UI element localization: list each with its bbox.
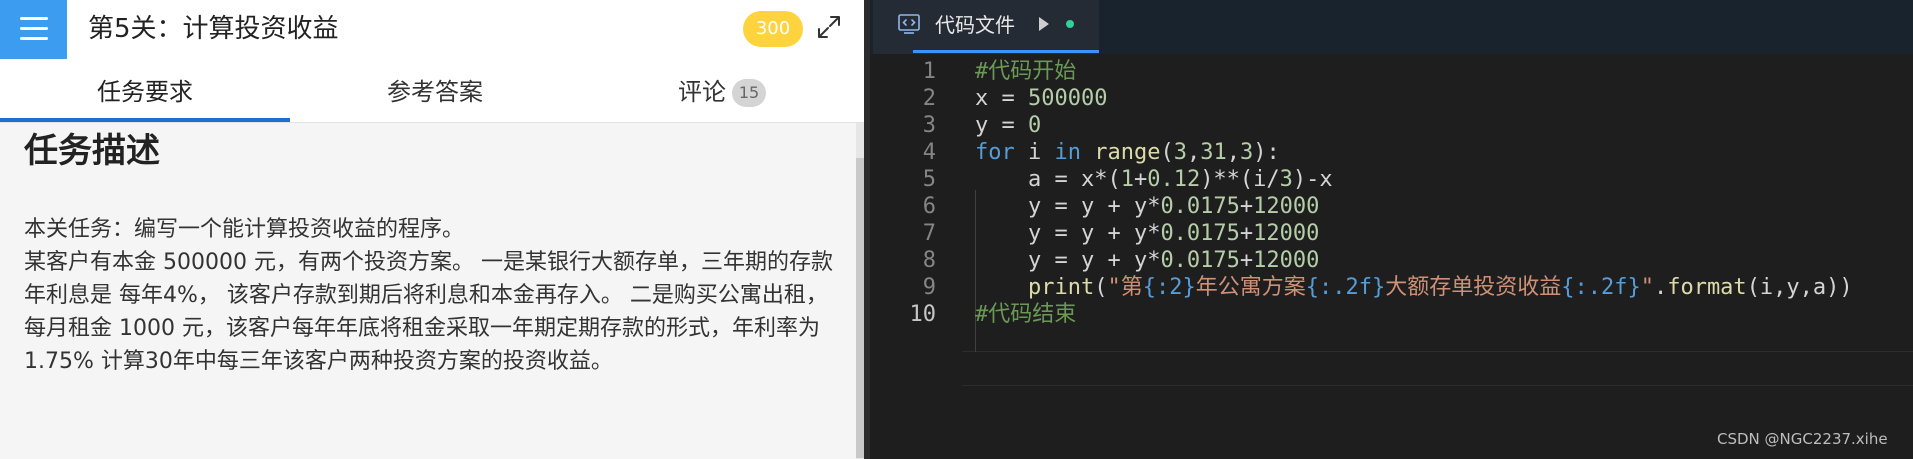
code-token: , [1186,140,1201,165]
code-token: + [1239,248,1254,273]
code-token: ( [1094,275,1108,300]
code-token: 3 [1239,140,1254,165]
code-line[interactable]: 10 #代码结束 [870,298,1913,331]
code-token: #代码结束 [975,302,1077,327]
code-token: y = y + y* [1027,221,1161,246]
code-token: y = y + y* [1027,248,1161,273]
code-token: + [1239,221,1254,246]
code-token: + [1133,167,1148,192]
task-description: 本关任务：编写一个能计算投资收益的程序。 某客户有本金 500000 元，有两个… [24,213,834,378]
code-token: 12000 [1253,221,1320,246]
page-title: 第5关：计算投资收益 [88,14,339,44]
task-detail: 某客户有本金 500000 元，有两个投资方案。 一是某银行大额存单，三年期的存… [24,250,833,374]
code-token: " [1640,275,1654,300]
code-token: 0.0175 [1160,194,1240,219]
tab-reference-answer[interactable]: 参考答案 [290,59,580,122]
code-token: , [1226,140,1240,165]
line-number: 10 [909,302,937,327]
code-token: 0.12 [1147,167,1201,192]
code-token: 500000 [1027,86,1108,111]
content-scrollbar[interactable] [856,123,864,459]
menu-button[interactable] [0,0,67,59]
code-editor[interactable]: 1 #代码开始 2 x = 500000 3 y = 0 4 for i in range(3… [870,54,1913,459]
scrollbar-thumb[interactable] [856,158,864,458]
comment-count-badge: 15 [732,79,766,107]
file-tab-underline [913,50,1099,53]
tab-task-requirements[interactable]: 任务要求 [0,59,290,122]
code-token: ): [1253,140,1280,165]
code-token: 1 [1120,167,1134,192]
code-token: 0 [1027,113,1042,138]
line-source: #代码结束 [975,298,1076,331]
code-token: 大额存单投资收益 [1385,275,1562,300]
file-tab-label: 代码文件 [935,13,1015,37]
code-token: {:.2f} [1305,275,1386,300]
task-heading: 任务描述 [24,131,160,171]
code-token: 3 [1173,140,1187,165]
tab-comments[interactable]: 评论 15 [580,59,864,122]
code-token: range [1094,140,1161,165]
run-triangle-icon[interactable] [1039,17,1049,31]
code-token: a = x*( [1027,167,1121,192]
code-token: x = [975,86,1028,111]
code-token: 年公寓方案 [1195,275,1306,300]
code-token: 3 [1279,167,1293,192]
top-bar: 第5关：计算投资收益 300 [0,0,864,59]
score-badge: 300 [743,11,803,47]
code-token: + [1239,194,1254,219]
code-token: "第 [1107,275,1143,300]
code-token: 0.0175 [1160,248,1240,273]
code-token: 31 [1200,140,1227,165]
code-token: )**(i/ [1200,167,1280,192]
code-file-icon [898,14,920,34]
code-token: print [1027,275,1095,300]
expand-icon[interactable] [816,14,842,40]
code-token: in [1054,140,1082,165]
watermark: CSDN @NGC2237.xihe [1717,430,1888,448]
code-token: ( [1160,140,1174,165]
tab-label: 任务要求 [97,78,193,106]
active-tab-indicator [0,118,290,122]
code-token: )-x [1292,167,1333,192]
code-token: 12000 [1253,248,1320,273]
unsaved-dot-icon [1066,20,1074,28]
file-tab[interactable]: 代码文件 [873,0,1099,54]
code-token: i [1014,140,1055,165]
code-token: y = y + y* [1027,194,1161,219]
tab-label: 评论 [678,78,726,106]
code-token: (i,y,a)) [1746,275,1853,300]
task-panel: 第5关：计算投资收益 300 任务要求 参考答案 评论 15 任务描述 本关任务：… [0,0,864,459]
task-content: 任务描述 本关任务：编写一个能计算投资收益的程序。 某客户有本金 500000 … [0,123,856,459]
task-summary: 本关任务：编写一个能计算投资收益的程序。 [24,217,465,242]
code-token: {:.2f} [1561,275,1641,300]
code-token: format [1667,275,1747,300]
code-token: y = [975,113,1028,138]
code-token: 12000 [1253,194,1320,219]
code-token: for [975,140,1015,165]
code-token: {:2} [1142,275,1196,300]
code-token: 0.0175 [1160,221,1240,246]
code-token: #代码开始 [975,59,1077,84]
code-token: . [1653,275,1668,300]
tab-label: 参考答案 [387,78,483,106]
tab-bar: 任务要求 参考答案 评论 15 [0,59,864,123]
